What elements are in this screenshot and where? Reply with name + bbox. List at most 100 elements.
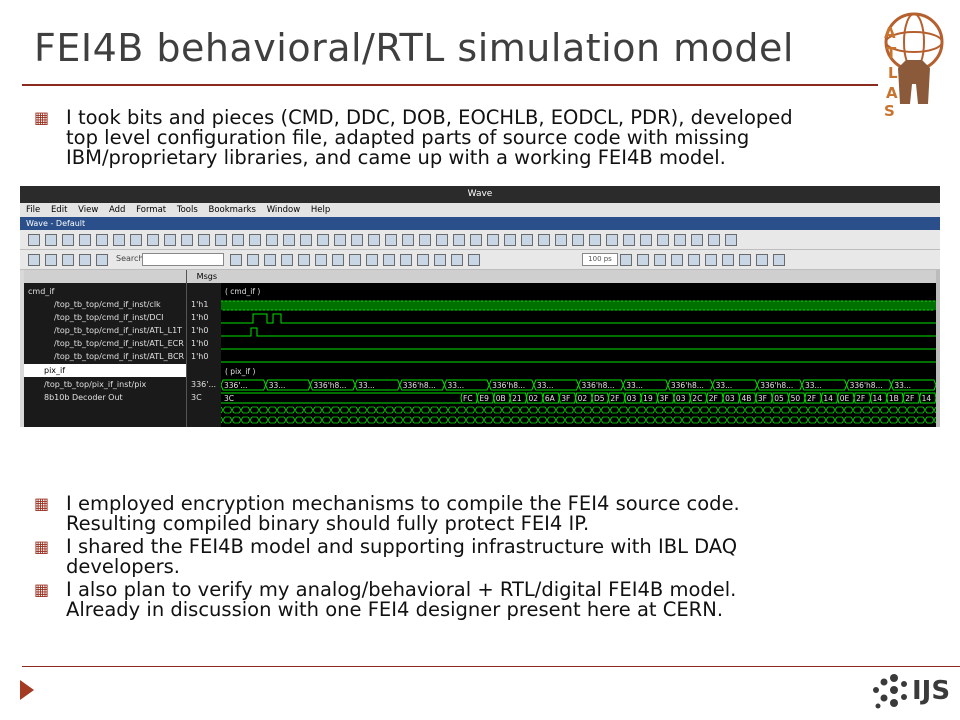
- toolbar-icon[interactable]: [264, 254, 276, 266]
- toolbar-icon[interactable]: [351, 234, 363, 246]
- toolbar-icon[interactable]: [468, 254, 480, 266]
- toolbar-icon[interactable]: [708, 234, 720, 246]
- toolbar-icon[interactable]: [657, 234, 669, 246]
- signal-names-panel: cmd_if /top_tb_top/cmd_if_inst/clk /top_…: [24, 270, 186, 427]
- toolbar-icon[interactable]: [436, 234, 448, 246]
- toolbar-icon[interactable]: [62, 234, 74, 246]
- toolbar-icon[interactable]: [298, 254, 310, 266]
- toolbar-icon[interactable]: [62, 254, 74, 266]
- toolbar-icon[interactable]: [332, 254, 344, 266]
- toolbar-icon[interactable]: [470, 234, 482, 246]
- waveform-window[interactable]: Wave File Edit View Add Format Tools Boo…: [20, 186, 940, 427]
- toolbar-icon[interactable]: [349, 254, 361, 266]
- toolbar-icon[interactable]: [691, 234, 703, 246]
- toolbar-icon[interactable]: [739, 254, 751, 266]
- toolbar-icon[interactable]: [45, 254, 57, 266]
- signal-group-pix[interactable]: pix_if: [24, 364, 186, 377]
- menu-file[interactable]: File: [26, 205, 40, 215]
- signal-row[interactable]: /top_tb_top/cmd_if_inst/ATL_L1T: [54, 324, 182, 337]
- toolbar-icon[interactable]: [606, 234, 618, 246]
- decoder-label: 2F: [610, 394, 619, 403]
- toolbar-icon[interactable]: [623, 234, 635, 246]
- search-input[interactable]: [142, 253, 224, 266]
- menu-edit[interactable]: Edit: [51, 205, 67, 215]
- vertical-scrollbar[interactable]: [936, 270, 940, 427]
- toolbar-icon[interactable]: [383, 254, 395, 266]
- toolbar-icon[interactable]: [130, 234, 142, 246]
- toolbar-icon[interactable]: [773, 254, 785, 266]
- toolbar-icon[interactable]: [688, 254, 700, 266]
- signal-group-cmd[interactable]: cmd_if: [28, 285, 54, 298]
- menu-tools[interactable]: Tools: [177, 205, 198, 215]
- toolbar-icon[interactable]: [400, 254, 412, 266]
- menu-window[interactable]: Window: [267, 205, 301, 215]
- toolbar-icon[interactable]: [368, 234, 380, 246]
- toolbar-icon[interactable]: [589, 234, 601, 246]
- next-arrow-icon[interactable]: [20, 680, 34, 700]
- toolbar-icon[interactable]: [538, 234, 550, 246]
- toolbar-icon[interactable]: [281, 254, 293, 266]
- toolbar-icon[interactable]: [147, 234, 159, 246]
- toolbar-icon[interactable]: [620, 254, 632, 266]
- toolbar-icon[interactable]: [674, 234, 686, 246]
- dci-waveform: [221, 313, 936, 324]
- toolbar-icon[interactable]: [671, 254, 683, 266]
- toolbar-icon[interactable]: [266, 234, 278, 246]
- toolbar-icon[interactable]: [419, 234, 431, 246]
- toolbar-icon[interactable]: [521, 234, 533, 246]
- signal-row[interactable]: 8b10b Decoder Out: [44, 391, 123, 404]
- toolbar-icon[interactable]: [654, 254, 666, 266]
- toolbar-icon[interactable]: [705, 254, 717, 266]
- toolbar-icon[interactable]: [637, 254, 649, 266]
- toolbar-icon[interactable]: [385, 234, 397, 246]
- menu-format[interactable]: Format: [136, 205, 166, 215]
- toolbar-icon[interactable]: [96, 234, 108, 246]
- toolbar-icon[interactable]: [572, 234, 584, 246]
- signal-row[interactable]: /top_tb_top/pix_if_inst/pix: [44, 378, 146, 391]
- toolbar-icon[interactable]: [451, 254, 463, 266]
- toolbar-icon[interactable]: [230, 254, 242, 266]
- signal-row[interactable]: /top_tb_top/cmd_if_inst/clk: [54, 298, 161, 311]
- signal-row[interactable]: /top_tb_top/cmd_if_inst/ATL_ECR: [54, 337, 184, 350]
- toolbar-icon[interactable]: [96, 254, 108, 266]
- toolbar-icon[interactable]: [28, 254, 40, 266]
- toolbar-icon[interactable]: [181, 234, 193, 246]
- toolbar-icon[interactable]: [283, 234, 295, 246]
- toolbar-icon[interactable]: [79, 234, 91, 246]
- toolbar-icon[interactable]: [249, 234, 261, 246]
- toolbar-icon[interactable]: [434, 254, 446, 266]
- toolbar-icon[interactable]: [79, 254, 91, 266]
- toolbar-icon[interactable]: [756, 254, 768, 266]
- toolbar-icon[interactable]: [232, 234, 244, 246]
- waveform-canvas[interactable]: ( cmd_if ) ( pix_if ) 336'... 33... 336'h8..…: [221, 270, 936, 427]
- signal-row[interactable]: /top_tb_top/cmd_if_inst/DCI: [54, 311, 164, 324]
- toolbar-icon[interactable]: [45, 234, 57, 246]
- toolbar-icon[interactable]: [198, 234, 210, 246]
- toolbar-icon[interactable]: [555, 234, 567, 246]
- toolbar-icon[interactable]: [722, 254, 734, 266]
- menu-view[interactable]: View: [78, 205, 98, 215]
- menu-add[interactable]: Add: [109, 205, 125, 215]
- toolbar-icon[interactable]: [725, 234, 737, 246]
- toolbar-icon[interactable]: [417, 254, 429, 266]
- toolbar-icon[interactable]: [453, 234, 465, 246]
- toolbar-icon[interactable]: [317, 234, 329, 246]
- toolbar-icon[interactable]: [334, 234, 346, 246]
- signal-row[interactable]: /top_tb_top/cmd_if_inst/ATL_BCR: [54, 350, 184, 363]
- toolbar-icon[interactable]: [28, 234, 40, 246]
- toolbar-icon[interactable]: [315, 254, 327, 266]
- menu-bookmarks[interactable]: Bookmarks: [208, 205, 256, 215]
- toolbar-icon[interactable]: [366, 254, 378, 266]
- toolbar-icon[interactable]: [402, 234, 414, 246]
- toolbar-icon[interactable]: [640, 234, 652, 246]
- menu-help[interactable]: Help: [311, 205, 330, 215]
- toolbar-icon[interactable]: [113, 234, 125, 246]
- toolbar-icon[interactable]: [487, 234, 499, 246]
- zoom-field[interactable]: 100 ps: [582, 253, 618, 266]
- slide-title: FEI4B behavioral/RTL simulation model: [34, 26, 794, 70]
- toolbar-icon[interactable]: [164, 234, 176, 246]
- toolbar-icon[interactable]: [247, 254, 259, 266]
- toolbar-icon[interactable]: [215, 234, 227, 246]
- toolbar-icon[interactable]: [300, 234, 312, 246]
- toolbar-icon[interactable]: [504, 234, 516, 246]
